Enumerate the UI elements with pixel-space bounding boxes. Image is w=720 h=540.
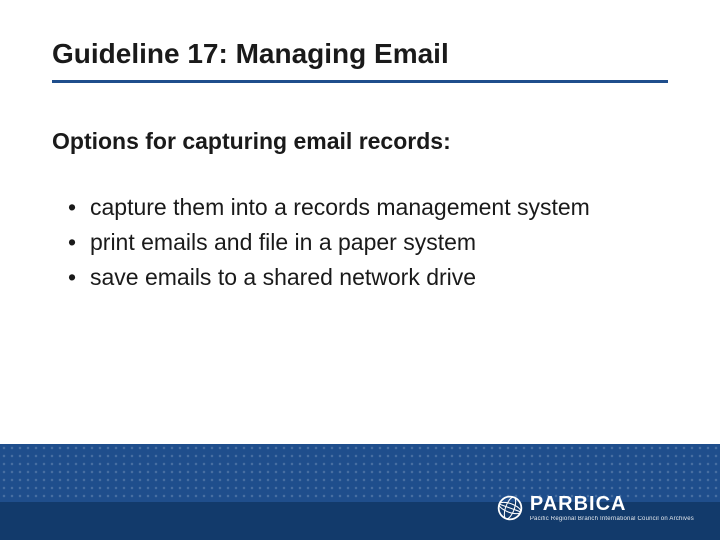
title-underline <box>52 80 668 83</box>
bullet-list: capture them into a records management s… <box>62 192 622 297</box>
footer-logo-tagline: Pacific Regional Branch International Co… <box>530 516 694 522</box>
globe-icon <box>496 494 524 522</box>
footer-logo: PARBICA Pacific Regional Branch Internat… <box>496 494 694 522</box>
list-item: save emails to a shared network drive <box>62 262 622 293</box>
list-item: print emails and file in a paper system <box>62 227 622 258</box>
footer-logo-text: PARBICA Pacific Regional Branch Internat… <box>530 494 694 522</box>
footer-logo-name: PARBICA <box>530 494 694 514</box>
slide-subtitle: Options for capturing email records: <box>52 128 451 155</box>
slide: Guideline 17: Managing Email Options for… <box>0 0 720 540</box>
list-item: capture them into a records management s… <box>62 192 622 223</box>
slide-title: Guideline 17: Managing Email <box>52 38 449 70</box>
footer-band: PARBICA Pacific Regional Branch Internat… <box>0 444 720 540</box>
